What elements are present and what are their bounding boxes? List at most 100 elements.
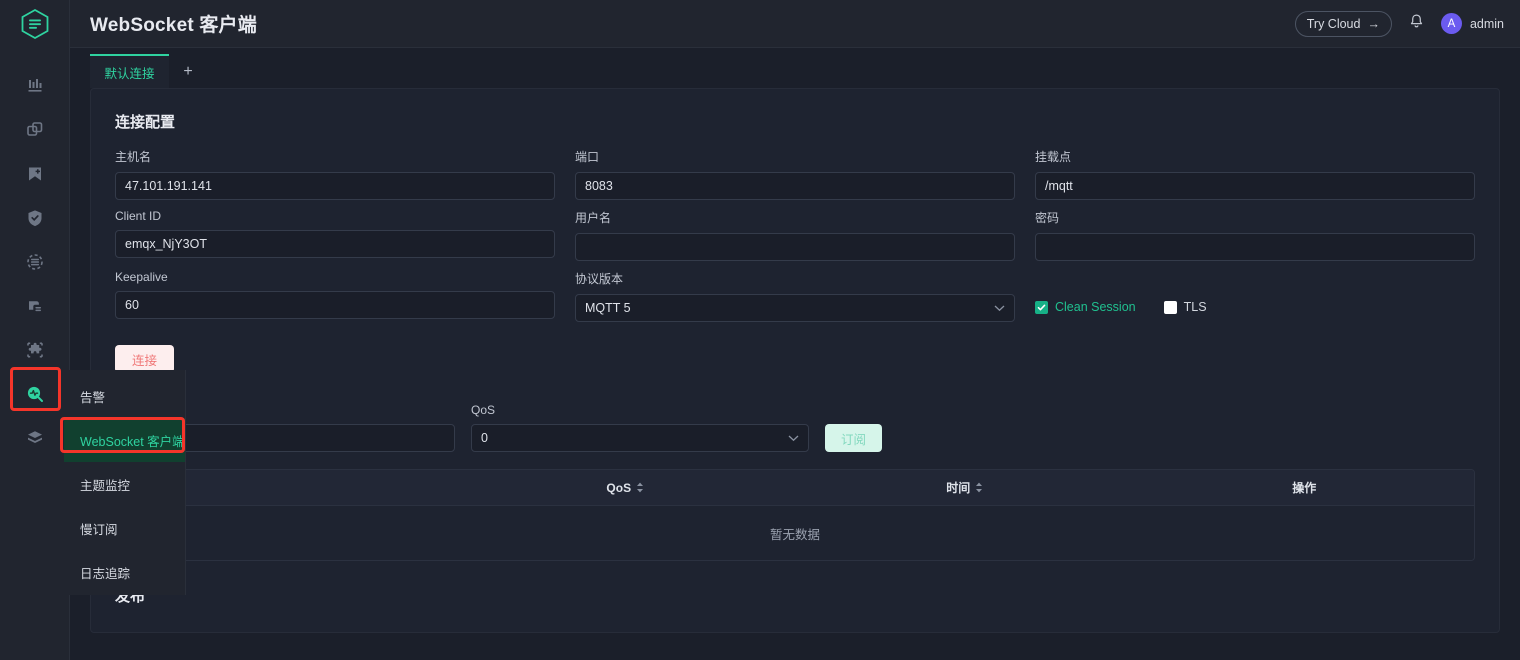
try-cloud-label: Try Cloud (1307, 17, 1361, 31)
menu-item-label: 主题监控 (80, 475, 130, 494)
app-logo[interactable] (0, 0, 69, 48)
sidebar-item-integration[interactable] (0, 284, 69, 328)
bell-icon (1408, 13, 1425, 30)
connect-button[interactable]: 连接 (115, 345, 174, 373)
field-username: 用户名 (575, 209, 1015, 261)
emqx-logo-icon (18, 7, 52, 41)
host-label: 主机名 (115, 148, 555, 165)
notifications-button[interactable] (1408, 13, 1425, 35)
sidebar-item-dashboard[interactable] (0, 64, 69, 108)
table-col-actions: 操作 (1135, 479, 1475, 496)
username-input[interactable] (575, 233, 1015, 261)
try-cloud-button[interactable]: Try Cloud → (1295, 11, 1392, 37)
sidebar-item-extensions[interactable] (0, 328, 69, 372)
menu-item-topic-monitor[interactable]: 主题监控 (64, 462, 185, 506)
subscribe-button[interactable]: 订阅 (825, 424, 882, 452)
storage-stack-icon (25, 428, 45, 448)
diagnose-flyout-menu: 告警 WebSocket 客户端 主题监控 慢订阅 日志追踪 (64, 370, 186, 595)
subscribe-section: QoS 0 订阅 (115, 403, 1475, 606)
connection-actions: 连接 (115, 345, 1475, 373)
menu-item-log-trace[interactable]: 日志追踪 (64, 551, 185, 595)
port-label: 端口 (575, 148, 1015, 165)
field-subscribe-qos: QoS 0 (471, 403, 809, 452)
arrow-right-icon: → (1367, 17, 1380, 31)
field-keepalive: Keepalive (115, 270, 555, 322)
chevron-down-icon (788, 431, 799, 445)
chevron-down-icon (994, 301, 1005, 315)
app-root: WebSocket 客户端 Try Cloud → A admin (0, 0, 1520, 660)
tab-default-connection[interactable]: 默认连接 (90, 54, 169, 88)
clean-session-checkbox[interactable]: Clean Session (1035, 300, 1136, 314)
mountpoint-label: 挂载点 (1035, 148, 1475, 165)
table-empty-state: 暂无数据 (116, 506, 1474, 560)
table-col-actions-label: 操作 (1292, 479, 1316, 496)
sidebar-item-database[interactable] (0, 240, 69, 284)
shield-icon (25, 208, 45, 228)
password-input[interactable] (1035, 233, 1475, 261)
connections-icon (25, 120, 45, 140)
extension-puzzle-icon (25, 340, 45, 360)
clientid-input[interactable] (115, 230, 555, 258)
keepalive-input[interactable] (115, 291, 555, 319)
sidebar-item-storage[interactable] (0, 416, 69, 460)
menu-item-label: WebSocket 客户端 (80, 431, 185, 450)
tab-label: 默认连接 (104, 63, 154, 82)
connection-form: 主机名 端口 挂载点 Client ID (115, 148, 1475, 331)
table-col-time[interactable]: 时间 (795, 479, 1135, 496)
username-label: 用户名 (575, 209, 1015, 226)
user-name: admin (1470, 17, 1504, 31)
field-clientid: Client ID (115, 209, 555, 261)
field-mountpoint: 挂载点 (1035, 148, 1475, 200)
sidebar-item-connections[interactable] (0, 108, 69, 152)
checkbox-unchecked-icon (1164, 301, 1177, 314)
host-input[interactable] (115, 172, 555, 200)
protocol-selected-value: MQTT 5 (585, 301, 631, 315)
menu-item-alarm[interactable]: 告警 (64, 374, 185, 418)
connection-panel: 连接配置 主机名 端口 挂载点 Client I (90, 88, 1500, 633)
protocol-label: 协议版本 (575, 270, 1015, 287)
table-col-qos[interactable]: QoS (456, 481, 796, 495)
integration-icon (25, 296, 45, 316)
subscribe-qos-select[interactable]: 0 (471, 424, 809, 452)
sidebar-item-security[interactable] (0, 196, 69, 240)
checkbox-checked-icon (1035, 301, 1048, 314)
subscribe-qos-value: 0 (481, 431, 488, 445)
tls-label: TLS (1184, 300, 1207, 314)
subscribe-qos-label: QoS (471, 403, 809, 417)
dashboard-icon (25, 76, 45, 96)
tab-add-connection[interactable]: + (169, 54, 207, 88)
menu-item-label: 慢订阅 (80, 519, 118, 538)
table-col-time-label: 时间 (946, 479, 970, 496)
user-menu[interactable]: A admin (1441, 13, 1504, 34)
mountpoint-input[interactable] (1035, 172, 1475, 200)
publish-section-title: 发布 (115, 585, 1475, 606)
sidebar-item-diagnose[interactable] (0, 372, 69, 416)
field-host: 主机名 (115, 148, 555, 200)
menu-item-label: 告警 (80, 387, 105, 406)
menu-item-label: 日志追踪 (80, 563, 130, 582)
content-scroll: 连接配置 主机名 端口 挂载点 Client I (70, 88, 1520, 660)
menu-item-slow-subscription[interactable]: 慢订阅 (64, 507, 185, 551)
password-label: 密码 (1035, 209, 1475, 226)
sidebar (0, 0, 70, 660)
clientid-label: Client ID (115, 209, 555, 223)
field-password: 密码 (1035, 209, 1475, 261)
plus-icon: + (183, 63, 192, 81)
tls-checkbox[interactable]: TLS (1164, 300, 1207, 314)
subscribe-form: QoS 0 订阅 (115, 403, 1475, 452)
port-input[interactable] (575, 172, 1015, 200)
connection-tabs: 默认连接 + (70, 48, 1520, 88)
field-flags: Clean Session TLS (1035, 270, 1475, 322)
connection-section-title: 连接配置 (115, 111, 1475, 132)
main-area: WebSocket 客户端 Try Cloud → A admin (70, 0, 1520, 660)
database-icon (25, 252, 45, 272)
sort-arrows-icon (636, 482, 644, 493)
table-col-qos-label: QoS (606, 481, 631, 495)
sidebar-item-bookmark[interactable] (0, 152, 69, 196)
diagnose-monitor-icon (25, 384, 45, 404)
protocol-select[interactable]: MQTT 5 (575, 294, 1015, 322)
menu-item-websocket-client[interactable]: WebSocket 客户端 (64, 418, 185, 462)
page-title: WebSocket 客户端 (90, 10, 257, 37)
topbar-actions: Try Cloud → A admin (1295, 11, 1504, 37)
sort-arrows-icon (975, 482, 983, 493)
